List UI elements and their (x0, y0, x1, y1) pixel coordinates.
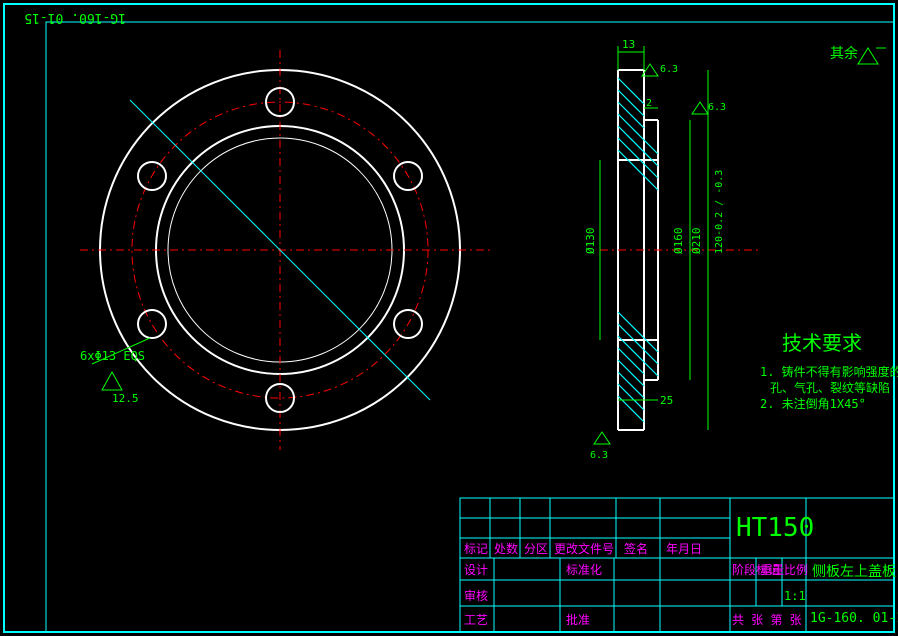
drawing-number: 1G-160. 01-15 (810, 611, 898, 626)
hole-spec: 6xΦ13 EQS (80, 349, 145, 363)
dim-bore-a: Ø160 (672, 228, 685, 255)
dim-outer: Ø210 (690, 228, 703, 255)
tech-requirements: 技术要求 1. 铸件不得有影响强度的砂 孔、气孔、裂纹等缺陷 2. 未注倒角1X… (760, 331, 898, 411)
title-block: 标记 处数 分区 更改文件号 签名 年月日 设计 标准化 审核 工艺 批准 阶段… (460, 498, 898, 632)
tb-weight: 重量 (760, 563, 784, 577)
tb-col-5: 年月日 (666, 542, 702, 556)
tb-sheet: 共 张 第 张 (732, 613, 802, 627)
tech-req-line1: 1. 铸件不得有影响强度的砂 (760, 364, 898, 379)
tech-req-line2: 2. 未注倒角1X45° (760, 396, 866, 411)
tb-process: 工艺 (464, 613, 488, 627)
part-name: 侧板左上盖板 (812, 564, 896, 580)
tb-col-3: 更改文件号 (554, 541, 614, 556)
dim-step-t: 2 (646, 98, 652, 109)
tb-col-2: 分区 (524, 542, 548, 556)
section-view: 13 6.3 6.3 Ø210 Ø160 2 Ø130 120-0.2 / -0… (584, 38, 760, 461)
tb-scale-val: 1:1 (784, 589, 806, 603)
tb-standardize: 标准化 (566, 563, 602, 577)
dim-bore-tol: 120-0.2 / -0.3 (714, 170, 725, 254)
dim-t-flange: 13 (622, 38, 635, 51)
tb-design: 设计 (464, 563, 488, 577)
default-roughness: 其余 (830, 45, 886, 64)
roughness-4: 6.3 (590, 450, 608, 461)
tb-approve: 批准 (566, 612, 590, 627)
dim-total-t: 25 (660, 394, 673, 407)
tech-req-line1b: 孔、气孔、裂纹等缺陷 (770, 380, 890, 395)
front-view: 6xΦ13 EQS 12.5 (80, 50, 490, 450)
roughness-1: 12.5 (112, 392, 139, 405)
roughness-3: 6.3 (708, 102, 726, 113)
material: HT150 (736, 513, 814, 543)
tb-col-1: 处数 (494, 541, 518, 556)
dim-step-d: Ø130 (584, 228, 597, 255)
svg-text:其余: 其余 (830, 45, 858, 62)
tb-review: 审核 (464, 588, 488, 603)
roughness-2: 6.3 (660, 64, 678, 75)
tb-col-0: 标记 (464, 542, 488, 556)
tb-ratio: 比例 (784, 563, 808, 577)
drawing-number-side: 1G-160. 01-15 (24, 10, 126, 25)
tb-col-4: 签名 (624, 541, 648, 556)
tech-req-title: 技术要求 (782, 331, 862, 355)
